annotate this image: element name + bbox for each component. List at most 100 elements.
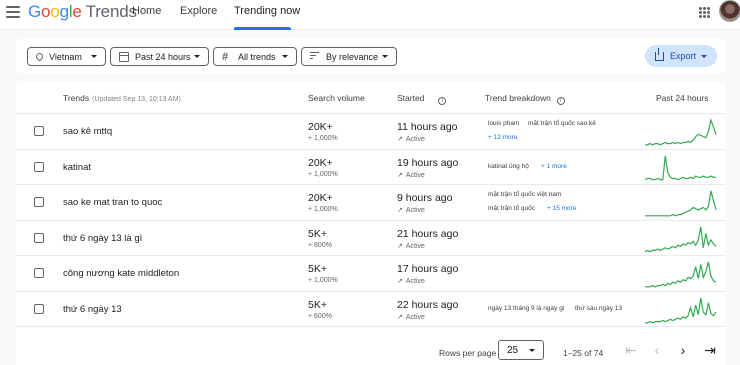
col-started[interactable]: Started i	[397, 93, 447, 105]
chevron-down-icon	[282, 55, 288, 58]
row-checkbox[interactable]	[34, 126, 44, 136]
active-tab-indicator	[234, 27, 291, 30]
row-checkbox[interactable]	[34, 161, 44, 172]
share-export-icon	[655, 47, 664, 61]
location-pin-icon	[34, 51, 45, 62]
started-time: 22 hours ago	[397, 298, 459, 311]
row-checkbox[interactable]	[34, 268, 44, 278]
sparkline-series	[645, 117, 717, 146]
trend-name[interactable]: sao kê mttq	[63, 126, 112, 137]
table-row[interactable]: thứ 6 ngày 13 5K+ + 600% 22 hours ago ↗ Activ…	[16, 292, 725, 327]
breakdown-query-chip[interactable]: katinat ủng hộ	[488, 163, 529, 170]
page-range: 1–25 of 74	[563, 348, 604, 358]
apps-grid-icon[interactable]	[699, 7, 710, 18]
trending-up-icon: ↗	[397, 171, 403, 179]
table-body: sao kê mttq 20K+ + 1,000% 11 hours ago ↗ Acti…	[16, 114, 725, 330]
sparkline-series	[645, 261, 717, 288]
first-page-button[interactable]: ⇤	[621, 340, 641, 360]
menu-icon[interactable]	[6, 6, 20, 18]
status-active: ↗ Active	[397, 171, 425, 179]
volume-change: + 1,000%	[308, 206, 338, 213]
col-trend-breakdown: Trend breakdown i	[485, 93, 565, 105]
status-label: Active	[405, 207, 425, 214]
prev-page-button[interactable]: ‹	[647, 340, 667, 360]
sparkline-chart	[645, 226, 717, 252]
sparkline-chart	[645, 297, 717, 323]
last-page-button[interactable]: ⇥	[700, 340, 720, 360]
export-button[interactable]: Export	[645, 45, 717, 67]
breakdown-query-chip[interactable]: mặt trận tổ quốc sao kê	[528, 120, 596, 127]
account-avatar[interactable]	[719, 0, 740, 22]
col-trends[interactable]: Trends (Updated Sep 13, 10:13 AM)	[63, 93, 181, 103]
row-checkbox[interactable]	[34, 303, 44, 314]
breakdown-query-chip[interactable]: mặt trận tổ quốc việt nam	[488, 191, 561, 198]
nav-explore[interactable]: Explore	[180, 5, 217, 17]
trend-name[interactable]: katinat	[63, 162, 91, 173]
more-breakdown-link[interactable]: + 15 more	[547, 205, 576, 212]
next-page-button[interactable]: ›	[673, 340, 693, 360]
breakdown-query-chip[interactable]: thứ sáu ngày 13	[575, 305, 622, 312]
sparkline-chart	[645, 117, 717, 146]
started-time: 9 hours ago	[397, 192, 453, 204]
table-row[interactable]: katinat 20K+ + 1,000% 19 hours ago ↗ Active ka…	[16, 150, 725, 185]
status-label: Active	[405, 171, 425, 179]
chevron-down-icon	[529, 349, 535, 352]
trending-up-icon: ↗	[397, 313, 403, 321]
col-search-volume[interactable]: Search volume	[308, 93, 365, 103]
row-checkbox[interactable]	[34, 232, 44, 243]
sort-label: By relevance	[326, 51, 379, 62]
status-label: Active	[405, 136, 425, 143]
search-volume: 5K+	[308, 263, 327, 275]
updated-timestamp: (Updated Sep 13, 10:13 AM)	[92, 96, 181, 103]
status-active: ↗ Active	[397, 135, 425, 143]
google-trends-logo[interactable]: Google Trends	[28, 2, 137, 22]
volume-change: + 600%	[308, 312, 332, 320]
trend-name[interactable]: công nương kate middleton	[63, 268, 179, 279]
search-volume: 20K+	[308, 156, 333, 169]
search-volume: 5K+	[308, 298, 327, 311]
chevron-down-icon	[91, 55, 97, 58]
chevron-down-icon	[194, 55, 200, 58]
status-label: Active	[405, 242, 425, 250]
row-checkbox[interactable]	[34, 197, 44, 207]
top-app-bar: Google Trends Home Explore Trending now	[0, 0, 740, 30]
category-label: All trends	[238, 51, 276, 62]
more-breakdown-link[interactable]: + 12 more	[488, 134, 517, 141]
sparkline-series	[645, 226, 717, 252]
info-icon[interactable]: i	[438, 97, 447, 105]
nav-trending-now[interactable]: Trending now	[234, 5, 300, 17]
chevron-down-icon	[382, 55, 388, 58]
table-row[interactable]: sao kê mttq 20K+ + 1,000% 11 hours ago ↗ Acti…	[16, 114, 725, 150]
sparkline-series	[645, 155, 716, 180]
table-row[interactable]: công nương kate middleton 5K+ + 1,000% 17 h…	[16, 256, 725, 292]
time-range-label: Past 24 hours	[135, 51, 191, 62]
sparkline-series	[645, 190, 717, 217]
location-filter[interactable]: Vietnam	[27, 47, 106, 66]
breakdown-query-chip[interactable]: louis pham	[488, 120, 519, 127]
sparkline-chart	[645, 190, 717, 217]
trend-name[interactable]: sao ke mat tran to quoc	[63, 197, 162, 208]
table-row[interactable]: thứ 6 ngày 13 là gì 5K+ + 800% 21 hours ago…	[16, 221, 725, 256]
status-active: ↗ Active	[397, 277, 425, 285]
volume-change: + 1,000%	[308, 277, 338, 284]
export-label: Export	[670, 51, 697, 61]
sort-filter[interactable]: By relevance	[301, 47, 397, 66]
trend-name[interactable]: thứ 6 ngày 13 là gì	[63, 233, 142, 244]
location-filter-label: Vietnam	[49, 51, 82, 62]
time-range-filter[interactable]: Past 24 hours	[110, 47, 209, 66]
sort-icon	[310, 51, 320, 62]
nav-home[interactable]: Home	[132, 5, 161, 17]
table-row[interactable]: sao ke mat tran to quoc 20K+ + 1,000% 9 hou…	[16, 185, 725, 221]
breakdown-query-chip[interactable]: mặt trận tổ quốc	[488, 205, 535, 212]
trend-name[interactable]: thứ 6 ngày 13	[63, 304, 122, 315]
trending-up-icon: ↗	[397, 207, 403, 214]
more-breakdown-link[interactable]: + 1 more	[541, 163, 567, 170]
pagination: Rows per page 25 1–25 of 74 ⇤ ‹ › ⇥	[16, 330, 725, 365]
search-volume: 20K+	[308, 192, 333, 204]
category-filter[interactable]: # All trends	[213, 47, 297, 66]
breakdown-query-chip[interactable]: ngày 13 tháng 9 là ngày gì	[488, 305, 565, 312]
info-icon[interactable]: i	[556, 97, 565, 105]
rows-per-page-select[interactable]: 25	[498, 340, 544, 360]
status-active: ↗ Active	[397, 313, 425, 321]
status-active: ↗ Active	[397, 242, 425, 250]
